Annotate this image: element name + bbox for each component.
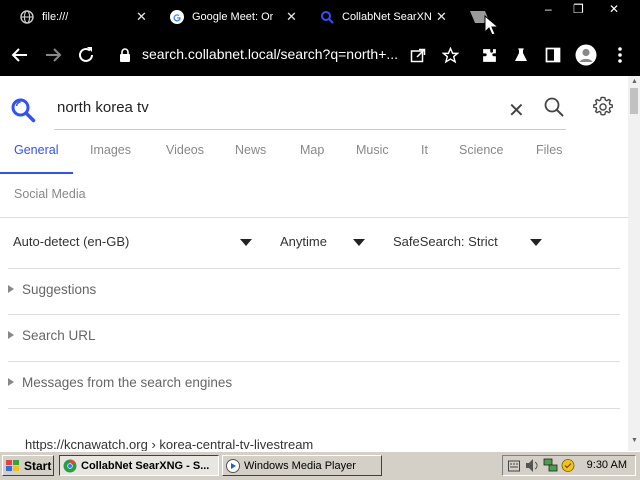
clear-search-icon[interactable]: ✕ (508, 98, 525, 123)
back-button[interactable] (10, 45, 30, 65)
lock-icon[interactable] (119, 48, 131, 63)
divider (8, 268, 620, 269)
tab-strip: file:/// ✕ Google Meet: Or ✕ CollabNet S… (0, 0, 640, 36)
forward-arrow-icon (46, 48, 62, 62)
triangle-right-icon (8, 285, 14, 293)
triangle-right-icon (8, 378, 14, 386)
search-input[interactable] (57, 96, 497, 118)
security-shield-icon[interactable] (561, 458, 575, 473)
engine-messages-toggle[interactable]: Messages from the search engines (8, 375, 232, 390)
searxng-logo-icon[interactable] (10, 97, 36, 123)
keyboard-icon[interactable] (508, 459, 520, 472)
search-underline (54, 129, 566, 130)
search-icon[interactable] (543, 96, 565, 118)
reload-icon (79, 47, 93, 62)
back-arrow-icon (11, 48, 27, 62)
star-icon (441, 46, 459, 63)
media-player-icon (226, 458, 240, 473)
side-panel-icon (545, 47, 561, 63)
profile-button[interactable] (574, 43, 598, 67)
section-label: Suggestions (22, 282, 97, 297)
close-tab-icon[interactable]: ✕ (436, 9, 447, 25)
tab-music[interactable]: Music (356, 143, 389, 157)
task-windows-media-player[interactable]: Windows Media Player (222, 455, 382, 476)
tab-science[interactable]: Science (459, 143, 503, 157)
puzzle-icon (482, 48, 496, 62)
suggestions-toggle[interactable]: Suggestions (8, 282, 96, 297)
page-scrollbar[interactable]: ▲ ▼ (628, 76, 640, 451)
browser-toolbar: search.collabnet.local/search?q=north+..… (0, 34, 640, 76)
task-collabnet-searxng[interactable]: CollabNet SearXNG - S... (59, 455, 219, 476)
windows-logo-icon (6, 459, 19, 471)
scroll-down-icon[interactable]: ▼ (631, 437, 638, 444)
section-label: Messages from the search engines (22, 375, 233, 390)
tab-general[interactable]: General (14, 143, 58, 157)
close-window-icon[interactable]: ✕ (609, 2, 619, 16)
menu-button[interactable] (610, 45, 630, 65)
tab-collabnet-searxng[interactable]: CollabNet SearXN ✕ (320, 0, 450, 34)
side-panel-button[interactable] (543, 45, 563, 65)
triangle-right-icon (8, 331, 14, 339)
share-button[interactable] (408, 45, 428, 65)
start-label: Start (24, 458, 52, 473)
google-icon (170, 10, 184, 24)
restore-icon[interactable]: ❐ (573, 2, 584, 16)
share-icon (410, 48, 426, 63)
close-tab-icon[interactable]: ✕ (286, 9, 297, 25)
chevron-down-icon[interactable] (530, 239, 542, 246)
tab-images[interactable]: Images (90, 143, 131, 157)
tab-videos[interactable]: Videos (166, 143, 204, 157)
system-tray: 9:30 AM (502, 455, 636, 476)
tab-title: CollabNet SearXN (342, 11, 432, 23)
search-url-toggle[interactable]: Search URL (8, 328, 96, 343)
extensions-button[interactable] (479, 45, 499, 65)
safesearch-select[interactable]: SafeSearch: Strict (393, 234, 498, 249)
divider (0, 217, 628, 218)
divider (8, 408, 620, 409)
address-bar[interactable]: search.collabnet.local/search?q=north+..… (142, 46, 398, 62)
language-select[interactable]: Auto-detect (en-GB) (13, 234, 129, 249)
tab-file[interactable]: file:/// ✕ (20, 0, 150, 34)
tab-social-media[interactable]: Social Media (14, 187, 86, 201)
network-icon[interactable] (543, 458, 559, 473)
avatar-icon (575, 44, 597, 66)
divider (8, 361, 620, 362)
flask-icon (515, 48, 527, 61)
searxng-page: ✕ General Images Videos News Map Music I… (0, 76, 628, 451)
forward-button[interactable] (43, 45, 63, 65)
tab-files[interactable]: Files (536, 143, 562, 157)
time-range-select[interactable]: Anytime (280, 234, 327, 249)
taskbar: Start CollabNet SearXNG - S... Windows M… (0, 451, 640, 480)
chevron-down-icon[interactable] (240, 239, 252, 246)
labs-button[interactable] (511, 45, 531, 65)
task-label: CollabNet SearXNG - S... (81, 459, 210, 472)
section-label: Search URL (22, 328, 96, 343)
chrome-icon (63, 459, 77, 472)
close-tab-icon[interactable]: ✕ (136, 9, 147, 25)
tab-title: Google Meet: Or (192, 11, 274, 23)
globe-icon (20, 10, 34, 24)
searxng-icon (321, 11, 334, 24)
tab-map[interactable]: Map (300, 143, 324, 157)
bookmark-button[interactable] (440, 45, 460, 65)
minimize-icon[interactable]: – (545, 2, 552, 16)
gear-icon[interactable] (592, 96, 614, 118)
active-tab-indicator (0, 172, 73, 174)
task-label: Windows Media Player (244, 459, 356, 472)
tab-it[interactable]: It (421, 143, 428, 157)
start-button[interactable]: Start (2, 455, 54, 476)
tab-google-meet[interactable]: Google Meet: Or ✕ (170, 0, 300, 34)
tab-title: file:/// (42, 11, 69, 23)
divider (8, 314, 620, 315)
tab-news[interactable]: News (235, 143, 266, 157)
chevron-down-icon[interactable] (353, 239, 365, 246)
taskbar-clock: 9:30 AM (586, 459, 627, 471)
volume-icon[interactable] (525, 458, 539, 473)
result-url[interactable]: https://kcnawatch.org › korea-central-tv… (25, 437, 313, 451)
scroll-up-icon[interactable]: ▲ (631, 78, 638, 85)
kebab-menu-icon (618, 47, 622, 63)
reload-button[interactable] (76, 45, 96, 65)
scrollbar-thumb[interactable] (630, 88, 638, 114)
